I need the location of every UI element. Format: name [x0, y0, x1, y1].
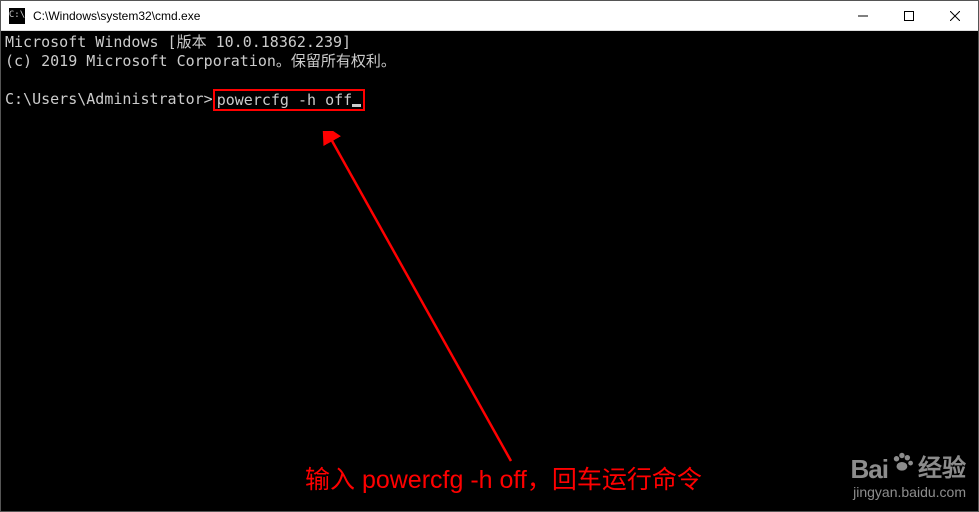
maximize-button[interactable] [886, 1, 932, 30]
minimize-icon [858, 11, 868, 21]
blank-line [5, 71, 974, 89]
prompt-text: C:\Users\Administrator> [5, 90, 213, 109]
annotation-text: 输入 powercfg -h off，回车运行命令 [305, 465, 702, 496]
watermark: Bai 经验 jingyan.baidu.com [851, 453, 966, 501]
cursor [352, 104, 361, 107]
watermark-cn: 经验 [918, 454, 966, 484]
watermark-url: jingyan.baidu.com [851, 484, 966, 502]
close-button[interactable] [932, 1, 978, 30]
copyright-line: (c) 2019 Microsoft Corporation。保留所有权利。 [5, 52, 974, 71]
paw-icon [890, 449, 916, 482]
minimize-button[interactable] [840, 1, 886, 30]
maximize-icon [904, 11, 914, 21]
terminal-area[interactable]: Microsoft Windows [版本 10.0.18362.239] (c… [1, 31, 978, 511]
cmd-icon: C:\ [9, 8, 25, 24]
cmd-icon-label: C:\ [9, 11, 25, 20]
command-highlight: powercfg -h off [213, 89, 365, 111]
prompt-line: C:\Users\Administrator>powercfg -h off [5, 89, 974, 111]
watermark-brand: Bai [851, 453, 888, 486]
annotation-arrow [201, 131, 601, 481]
window-controls [840, 1, 978, 30]
close-icon [950, 11, 960, 21]
window-title: C:\Windows\system32\cmd.exe [33, 9, 840, 23]
cmd-window: C:\ C:\Windows\system32\cmd.exe Microsof… [0, 0, 979, 512]
command-text: powercfg -h off [217, 91, 352, 109]
titlebar[interactable]: C:\ C:\Windows\system32\cmd.exe [1, 1, 978, 31]
version-line: Microsoft Windows [版本 10.0.18362.239] [5, 33, 974, 52]
